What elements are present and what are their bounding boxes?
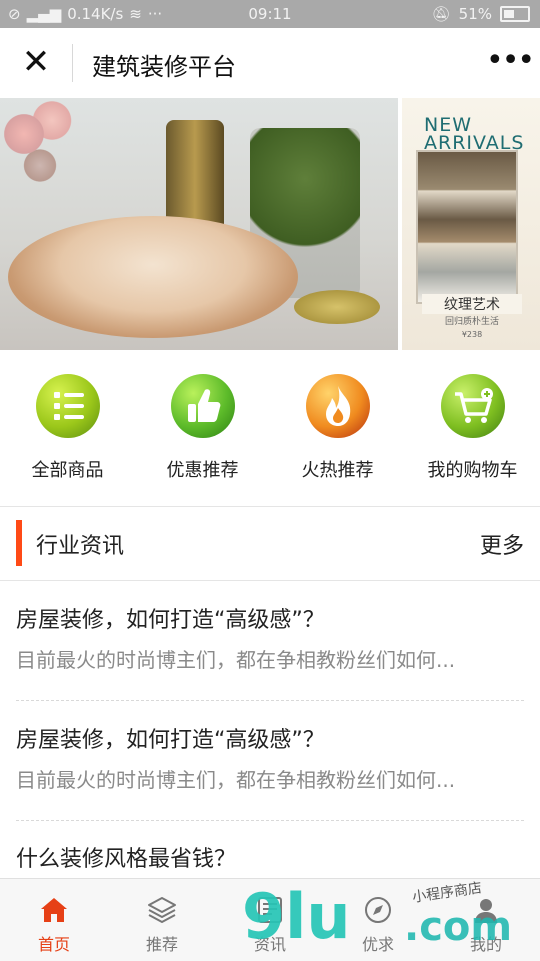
tab-label: 我的 (469, 935, 502, 954)
category-label: 火热推荐 (301, 460, 374, 481)
sink-image (8, 216, 298, 338)
soap-dish-image (294, 290, 380, 324)
tab-explore[interactable]: 优求 (324, 893, 432, 955)
news-article[interactable]: 什么装修风格最省钱？ (16, 845, 526, 875)
article-excerpt: 目前最火的时尚博主们，都在争相教粉丝们如何... (16, 768, 456, 792)
article-divider (16, 820, 524, 821)
article-title: 房屋装修，如何打造“高级感”？ (16, 608, 325, 633)
category-label: 我的购物车 (427, 460, 518, 481)
divider (0, 580, 540, 581)
banner-image (0, 98, 398, 350)
close-button[interactable]: ✕ (18, 44, 54, 80)
side-caption: 纹理艺术 (422, 294, 522, 314)
tab-label: 推荐 (145, 935, 178, 954)
banner-side-ad: NEW ARRIVALS 纹理艺术 回归质朴生活 ¥238 (398, 98, 540, 350)
category-label: 优惠推荐 (166, 460, 239, 481)
tab-home[interactable]: 首页 (0, 893, 108, 955)
banner-carousel[interactable]: NEW ARRIVALS 纹理艺术 回归质朴生活 ¥238 (0, 98, 540, 350)
section-accent-bar (16, 520, 22, 566)
battery-icon (500, 6, 530, 22)
mute-bell-icon: 🔕︎ (431, 5, 451, 23)
more-button[interactable]: ••• (486, 46, 535, 80)
news-article[interactable]: 房屋装修，如何打造“高级感”？ 目前最火的时尚博主们，都在争相教粉丝们如何... (16, 606, 526, 674)
tab-label: 优求 (361, 935, 394, 954)
category-grid: 全部商品 优惠推荐 火热推荐 我的购物车 (0, 350, 540, 506)
category-cart[interactable]: 我的购物车 (405, 374, 540, 482)
news-icon (253, 893, 287, 927)
side-subcaption: 回归质朴生活 (444, 317, 499, 327)
thumbs-up-icon (170, 374, 235, 438)
flame-icon (305, 374, 370, 438)
close-icon: ✕ (21, 42, 51, 82)
article-title: 房屋装修，如何打造“高级感”？ (16, 728, 325, 753)
new-arrivals-text: NEW ARRIVALS (424, 114, 525, 154)
page-title: 建筑装修平台 (92, 53, 236, 81)
category-label: 全部商品 (31, 460, 104, 481)
category-all-products[interactable]: 全部商品 (0, 374, 135, 482)
battery-percent: 51% (458, 5, 492, 23)
cart-icon (440, 374, 505, 438)
product-collage (416, 150, 518, 304)
nav-bar: ✕ 建筑装修平台 ••• (0, 28, 540, 98)
article-excerpt: 目前最火的时尚博主们，都在争相教粉丝们如何... (16, 648, 456, 672)
user-icon (469, 893, 503, 927)
tab-label: 首页 (37, 935, 70, 954)
tab-news[interactable]: 资讯 (216, 893, 324, 955)
status-bar: ⊘ ▂▄▆ 0.14K/s ≋ ··· 09:11 🔕︎ 51% (0, 0, 540, 28)
bottom-tab-bar: 首页 推荐 资讯 优求 我的 (0, 878, 540, 961)
category-promotions[interactable]: 优惠推荐 (135, 374, 270, 482)
status-right: 🔕︎ 51% (432, 5, 530, 23)
article-divider (16, 700, 524, 701)
layers-icon (145, 893, 179, 927)
news-section-header: 行业资讯 更多 (0, 506, 540, 580)
section-title: 行业资讯 (36, 534, 125, 559)
list-icon (35, 374, 100, 438)
more-icon: ••• (486, 43, 535, 78)
article-title: 什么装修风格最省钱？ (16, 847, 237, 872)
tab-recommend[interactable]: 推荐 (108, 893, 216, 955)
nav-divider (72, 44, 73, 82)
tab-profile[interactable]: 我的 (432, 893, 540, 955)
compass-icon (361, 893, 395, 927)
more-link[interactable]: 更多 (480, 528, 524, 560)
home-icon (37, 893, 71, 927)
flowers-decoration (0, 98, 80, 188)
tab-label: 资讯 (253, 935, 286, 954)
category-hot[interactable]: 火热推荐 (270, 374, 405, 482)
news-article[interactable]: 房屋装修，如何打造“高级感”？ 目前最火的时尚博主们，都在争相教粉丝们如何... (16, 726, 526, 794)
side-price: ¥238 (461, 330, 483, 339)
